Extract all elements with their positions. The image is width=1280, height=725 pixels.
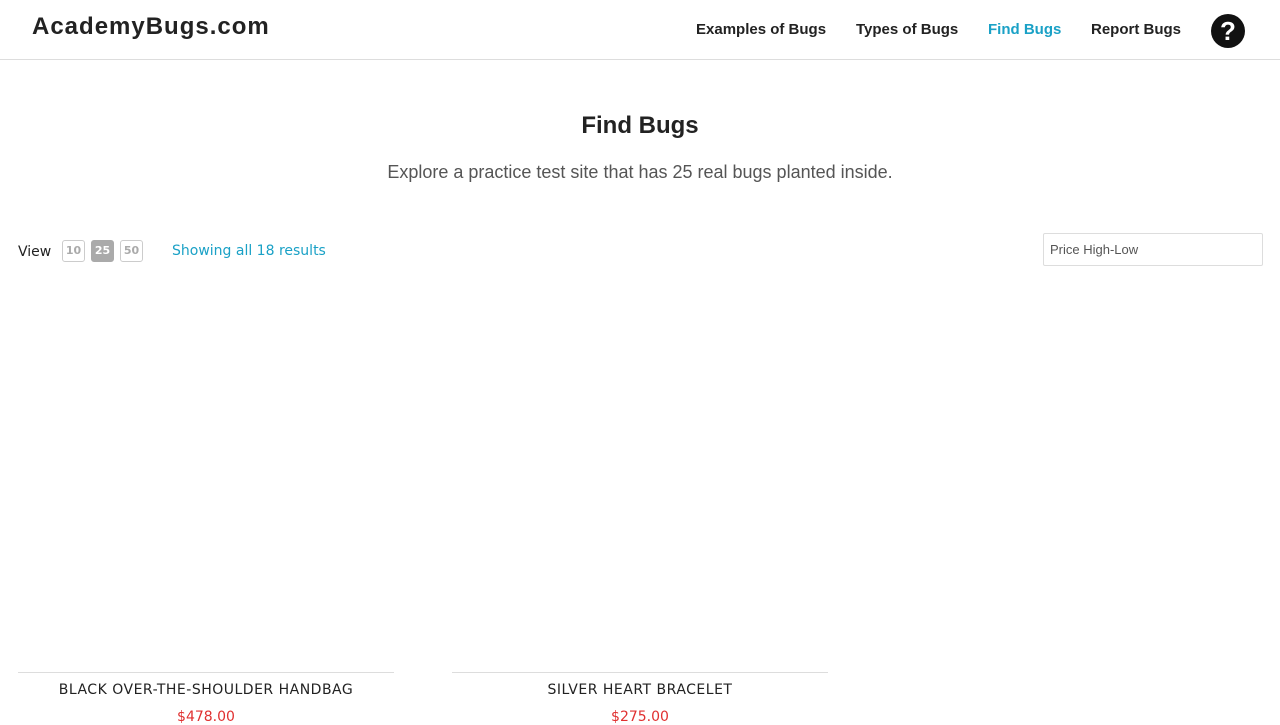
product-name[interactable]: SILVER HEART BRACELET <box>452 682 828 698</box>
site-logo[interactable]: AcademyBugs.com <box>32 13 270 41</box>
help-icon[interactable]: ? <box>1211 14 1245 48</box>
product-price: $478.00 <box>177 709 235 725</box>
nav-find-bugs[interactable]: Find Bugs <box>988 21 1061 38</box>
view-option-10[interactable]: 10 <box>62 240 85 262</box>
view-option-25[interactable]: 25 <box>91 240 114 262</box>
nav-report-bugs[interactable]: Report Bugs <box>1091 21 1181 38</box>
view-label: View <box>18 244 52 260</box>
nav-examples-of-bugs[interactable]: Examples of Bugs <box>696 21 826 38</box>
site-header: AcademyBugs.com Examples of Bugs Types o… <box>0 0 1280 60</box>
sort-select[interactable]: Price High-Low <box>1043 233 1263 266</box>
product-name[interactable]: BLACK OVER-THE-SHOULDER HANDBAG <box>18 682 394 698</box>
product-card[interactable]: SILVER HEART BRACELET $275.00 <box>452 290 828 725</box>
product-image[interactable] <box>452 290 828 673</box>
view-option-50[interactable]: 50 <box>120 240 143 262</box>
page-subtitle: Explore a practice test site that has 25… <box>387 162 893 182</box>
product-image[interactable] <box>18 290 394 673</box>
product-card[interactable]: BLACK OVER-THE-SHOULDER HANDBAG $478.00 <box>18 290 394 725</box>
product-price: $275.00 <box>611 709 669 725</box>
page-title: Find Bugs <box>581 112 699 139</box>
results-count: Showing all 18 results <box>172 243 326 259</box>
nav-types-of-bugs[interactable]: Types of Bugs <box>856 21 958 38</box>
